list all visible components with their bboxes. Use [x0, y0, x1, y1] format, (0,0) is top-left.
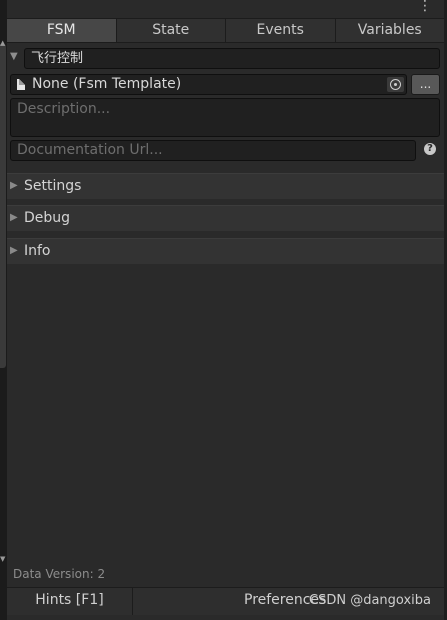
fsm-name-input[interactable]: 飞行控制: [24, 48, 440, 69]
section-label: Debug: [24, 210, 71, 226]
fsm-template-field[interactable]: None (Fsm Template): [10, 74, 407, 95]
scroll-up-arrow-icon[interactable]: ▲: [0, 40, 5, 47]
triangle-down-icon[interactable]: ▼: [10, 51, 18, 62]
section-settings[interactable]: ▶ Settings: [7, 173, 444, 199]
kebab-menu-icon[interactable]: ⋮: [418, 0, 432, 13]
section-info[interactable]: ▶ Info: [7, 238, 444, 264]
playmaker-inspector-panel: ⋮ FSM State Events Variables ▼ 飞行控制 None…: [7, 0, 444, 620]
bottom-toolbar: Hints [F1] Preferences CSDN @dangoxiba: [7, 588, 444, 615]
triangle-right-icon: ▶: [10, 212, 18, 223]
data-version-label: Data Version: 2: [13, 567, 106, 581]
tab-fsm[interactable]: FSM: [7, 19, 117, 42]
tab-bar: FSM State Events Variables: [7, 18, 444, 43]
browse-template-button[interactable]: ...: [411, 74, 440, 95]
section-debug[interactable]: ▶ Debug: [7, 205, 444, 231]
tab-variables[interactable]: Variables: [336, 19, 445, 42]
object-picker-icon[interactable]: [387, 77, 404, 92]
watermark-text: CSDN @dangoxiba: [309, 593, 431, 608]
left-resize-handle[interactable]: [0, 44, 6, 368]
tab-events[interactable]: Events: [226, 19, 336, 42]
hints-button[interactable]: Hints [F1]: [7, 588, 133, 615]
section-label: Info: [24, 243, 51, 259]
document-icon: [17, 79, 25, 90]
triangle-right-icon: ▶: [10, 180, 18, 191]
documentation-url-field[interactable]: Documentation Url...: [10, 140, 416, 161]
help-icon[interactable]: ?: [424, 143, 436, 155]
section-label: Settings: [24, 178, 82, 194]
scroll-down-arrow-icon[interactable]: ▼: [0, 556, 5, 563]
template-value: None (Fsm Template): [32, 76, 182, 92]
left-dock-strip: ▲ ▼: [0, 0, 7, 620]
triangle-right-icon: ▶: [10, 245, 18, 256]
tab-state[interactable]: State: [117, 19, 226, 42]
description-textarea[interactable]: Description...: [10, 98, 440, 137]
